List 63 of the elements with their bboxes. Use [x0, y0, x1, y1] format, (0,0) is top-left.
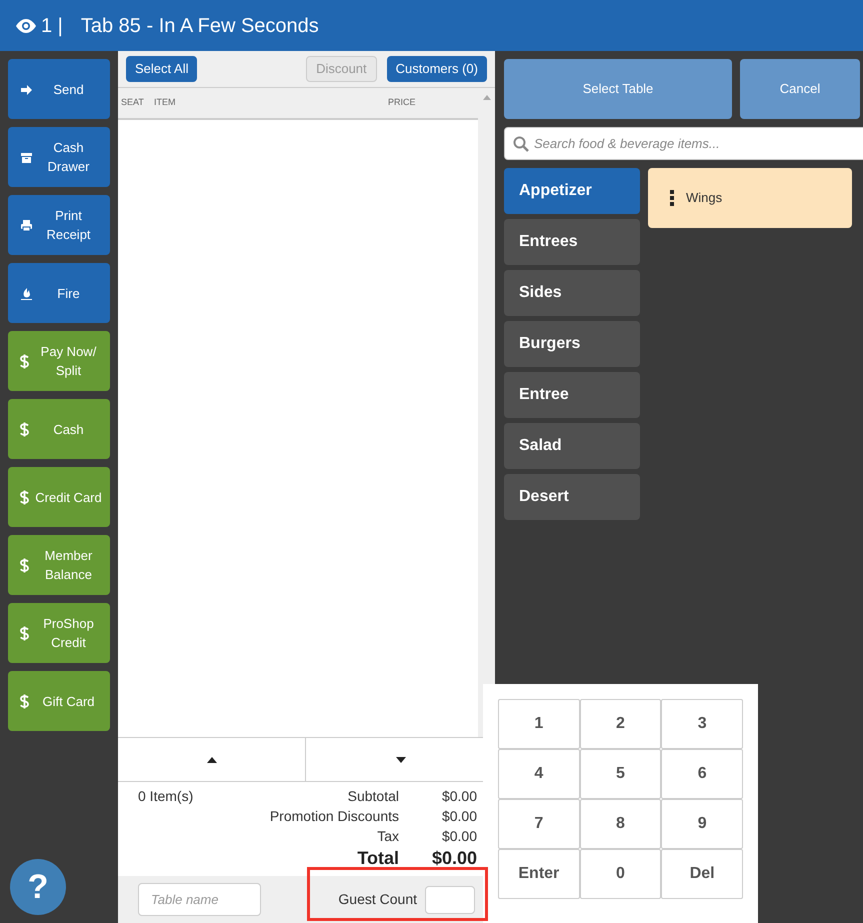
total-line-value: $0.00 [440, 787, 477, 806]
table-name-field[interactable]: Table name [138, 883, 261, 916]
category-tab[interactable]: Salad [504, 423, 640, 469]
total-line-value: $0.00 [440, 807, 477, 826]
guest-count-label: Guest Count [338, 890, 417, 909]
caret-up-icon [206, 756, 216, 762]
keypad-key[interactable]: 5 [580, 749, 662, 799]
dollar-icon [20, 694, 29, 708]
total-line-label: Promotion Discounts [270, 807, 399, 826]
category-tab[interactable]: Entree [504, 372, 640, 418]
category-tab[interactable]: Burgers [504, 321, 640, 367]
total-line-value: $0.00 [440, 827, 477, 846]
caret-down-icon [396, 756, 406, 762]
guest-count-field[interactable] [425, 886, 475, 914]
keypad-key[interactable]: 4 [498, 749, 580, 799]
scroll-up-icon[interactable] [482, 95, 490, 100]
category-tab[interactable]: Appetizer [504, 168, 640, 214]
category-tab[interactable]: Desert [504, 474, 640, 520]
keypad-key[interactable]: 7 [498, 799, 580, 849]
printer-icon [20, 218, 33, 232]
dollar-icon [20, 422, 29, 436]
column-header: PRICE [388, 96, 417, 110]
keypad-key[interactable]: Enter [498, 849, 580, 899]
viewer-count: 1 | [41, 14, 63, 38]
dollar-icon [20, 354, 29, 368]
keypad-key[interactable]: 6 [661, 749, 743, 799]
keypad-key[interactable]: 9 [661, 799, 743, 849]
category-tab[interactable]: Entrees [504, 219, 640, 265]
keypad-key[interactable]: Del [661, 849, 743, 899]
dollar-icon [20, 626, 29, 640]
help-button[interactable]: ? [10, 859, 66, 915]
search-icon [513, 136, 529, 152]
arrow-icon [20, 82, 33, 96]
column-header: ITEM [154, 96, 176, 110]
flame-icon [20, 286, 33, 300]
action-button[interactable]: Cash Drawer [8, 127, 110, 187]
search-input[interactable]: Search food & beverage items... [534, 134, 863, 154]
search-field[interactable]: Search food & beverage items... [504, 127, 863, 160]
box-icon [20, 150, 33, 164]
keypad-key[interactable]: 2 [580, 699, 662, 749]
category-tab[interactable]: Sides [504, 270, 640, 316]
dollar-icon [20, 490, 29, 504]
action-button[interactable]: Fire [8, 263, 110, 323]
menu-item-name: Wings [686, 189, 722, 208]
column-header: SEAT [120, 96, 145, 110]
dollar-icon [20, 558, 29, 572]
keypad-key[interactable]: 3 [661, 699, 743, 749]
tab-title: Tab 85 - In A Few Seconds [80, 14, 319, 38]
total-label: Total [357, 847, 399, 870]
more-icon[interactable] [670, 190, 674, 206]
toolbar-button[interactable]: Customers (0) [386, 56, 487, 82]
total-line-label: Tax [377, 827, 399, 846]
toolbar-button[interactable]: Select All [126, 56, 198, 82]
keypad-key[interactable]: 0 [580, 849, 662, 899]
keypad-key[interactable]: 1 [498, 699, 580, 749]
action-button[interactable]: Print Receipt [8, 195, 110, 255]
eye-icon [14, 18, 38, 34]
item-count: 0 Item(s) [138, 788, 194, 804]
total-value: $0.00 [430, 847, 477, 870]
total-line-label: Subtotal [348, 787, 399, 806]
menu-item-card[interactable]: Wings [648, 168, 852, 228]
keypad-key[interactable]: 8 [580, 799, 662, 849]
action-button[interactable]: Send [8, 59, 110, 119]
